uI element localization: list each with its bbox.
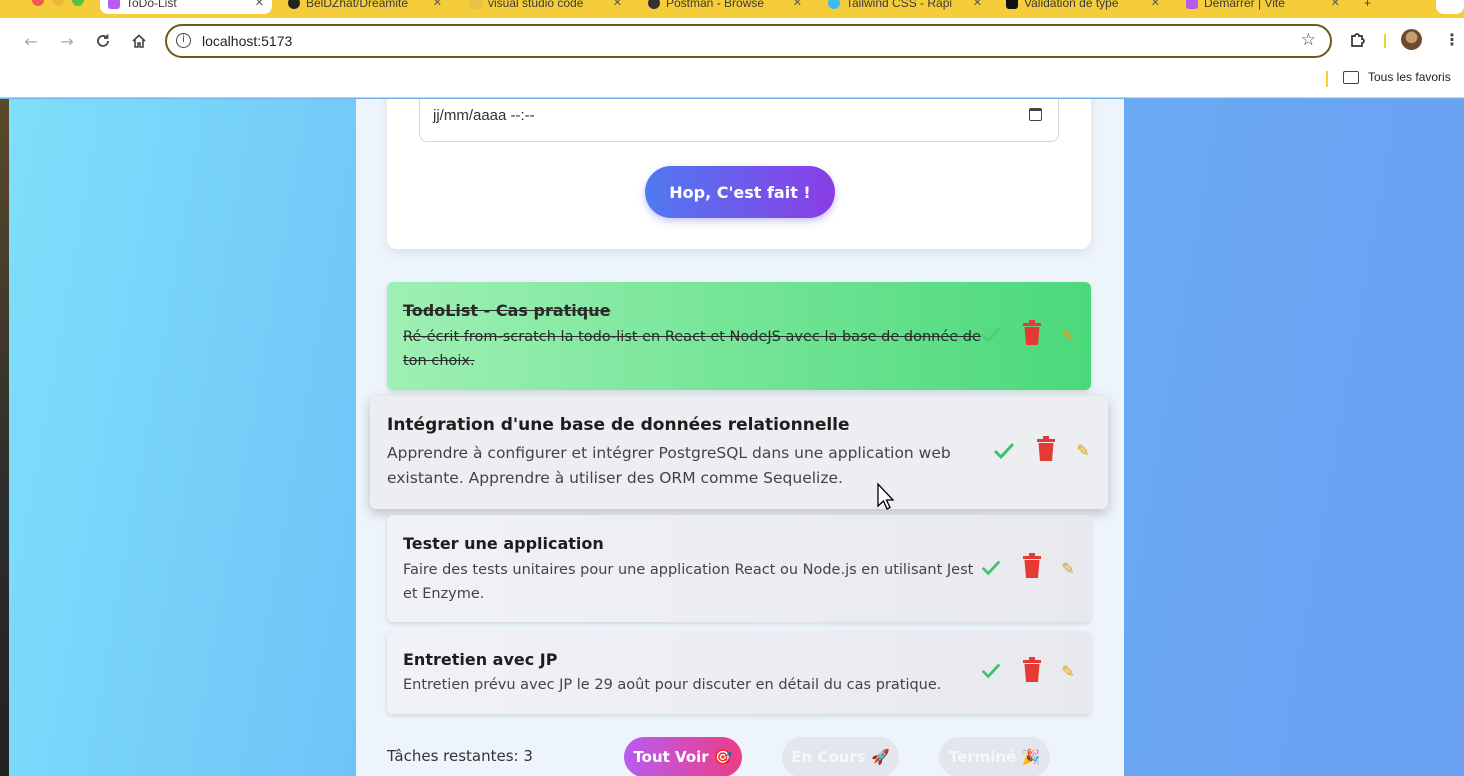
vite-favicon-icon <box>108 0 120 9</box>
filter-done-button[interactable]: Terminé 🎉 <box>939 737 1050 776</box>
new-tab-button[interactable]: + <box>1356 0 1386 14</box>
browser-tabstrip: ToDo-List ✕ BelDZhat/Dreamite ✕ visual s… <box>0 0 1464 18</box>
minimize-window-icon[interactable] <box>52 0 64 6</box>
bookmarks-divider <box>1326 71 1328 87</box>
filter-in-progress-button[interactable]: En Cours 🚀 <box>782 737 899 776</box>
puzzle-icon[interactable] <box>1348 30 1368 50</box>
pencil-icon[interactable]: ✎ <box>1059 326 1077 345</box>
close-tab-icon[interactable]: ✕ <box>973 0 982 10</box>
browser-tab[interactable]: Tailwind CSS - Rapi ✕ <box>820 0 990 14</box>
task-card[interactable]: Entretien avec JP Entretien prévu avec J… <box>387 631 1091 714</box>
bookmarks-bar: Tous les favoris <box>0 64 1464 98</box>
check-icon[interactable] <box>979 322 1003 346</box>
browser-tab[interactable]: Validation de type ✕ <box>998 0 1168 14</box>
tab-title: ToDo-List <box>126 0 177 10</box>
star-icon[interactable]: ☆ <box>1301 30 1316 50</box>
tab-title: visual studio code <box>488 0 584 10</box>
task-description: Faire des tests unitaires pour une appli… <box>403 562 974 602</box>
task-title: TodoList - Cas pratique <box>403 301 611 320</box>
tailwind-favicon-icon <box>828 0 840 9</box>
forward-arrow-icon[interactable]: → <box>56 30 78 52</box>
close-tab-icon[interactable]: ✕ <box>255 0 264 10</box>
remaining-count: Tâches restantes: 3 <box>387 747 533 765</box>
maximize-window-icon[interactable] <box>72 0 84 6</box>
task-title: Intégration d'une base de données relati… <box>387 415 850 435</box>
browser-tab[interactable]: BelDZhat/Dreamite ✕ <box>280 0 450 14</box>
pencil-icon[interactable]: ✎ <box>1074 441 1092 460</box>
home-icon[interactable] <box>128 30 150 52</box>
calendar-icon[interactable] <box>1029 108 1042 121</box>
avatar[interactable] <box>1401 29 1422 50</box>
task-description: Ré-écrit from-scratch la todo-list en Re… <box>403 329 981 369</box>
trash-icon[interactable] <box>1021 657 1043 683</box>
task-card-dragging[interactable]: Intégration d'une base de données relati… <box>370 396 1108 509</box>
submit-task-button[interactable]: Hop, C'est fait ! <box>645 166 835 218</box>
task-title: Tester une application <box>403 534 604 553</box>
app-container: jj/mm/aaaa --:-- Hop, C'est fait ! TodoL… <box>356 99 1124 776</box>
tab-title: Tailwind CSS - Rapi <box>846 0 953 10</box>
task-title: Entretien avec JP <box>403 650 558 669</box>
reload-icon[interactable] <box>92 30 114 52</box>
trash-icon[interactable] <box>1021 320 1043 346</box>
pencil-icon[interactable]: ✎ <box>1059 559 1077 578</box>
task-description: Entretien prévu avec JP le 29 août pour … <box>403 677 942 693</box>
browser-tab-active[interactable]: ToDo-List ✕ <box>100 0 272 14</box>
filter-all-button[interactable]: Tout Voir 🎯 <box>624 737 742 776</box>
trash-icon[interactable] <box>1021 553 1043 579</box>
task-footer: Tâches restantes: 3 Tout Voir 🎯 En Cours… <box>387 737 1091 776</box>
due-date-input[interactable]: jj/mm/aaaa --:-- <box>419 99 1059 142</box>
check-icon[interactable] <box>979 658 1003 682</box>
github-favicon-icon <box>288 0 300 9</box>
folder-icon <box>1343 71 1359 84</box>
tab-title: Démarrer | Vite <box>1204 0 1285 10</box>
trash-icon[interactable] <box>1035 436 1057 462</box>
pencil-icon[interactable]: ✎ <box>1059 662 1077 681</box>
info-icon[interactable]: i <box>176 33 191 48</box>
tab-search-button[interactable] <box>1436 0 1464 14</box>
all-bookmarks-link[interactable]: Tous les favoris <box>1368 70 1451 84</box>
back-arrow-icon[interactable]: ← <box>20 30 42 52</box>
date-placeholder: jj/mm/aaaa --:-- <box>433 107 535 124</box>
kebab-menu-icon[interactable]: ⋮ <box>1444 30 1460 49</box>
desktop-edge <box>0 99 9 776</box>
close-window-icon[interactable] <box>32 0 44 6</box>
close-tab-icon[interactable]: ✕ <box>1331 0 1340 10</box>
close-tab-icon[interactable]: ✕ <box>433 0 442 10</box>
task-form-card: jj/mm/aaaa --:-- Hop, C'est fait ! <box>387 99 1091 249</box>
close-tab-icon[interactable]: ✕ <box>613 0 622 10</box>
plus-icon: + <box>1364 0 1372 10</box>
tab-title: Validation de type <box>1024 0 1119 10</box>
check-icon[interactable] <box>979 555 1003 579</box>
task-card[interactable]: Tester une application Faire des tests u… <box>387 515 1091 622</box>
browser-tab[interactable]: visual studio code ✕ <box>462 0 630 14</box>
browser-tab[interactable]: Démarrer | Vite ✕ <box>1178 0 1348 14</box>
page-favicon-icon <box>1006 0 1018 9</box>
tab-title: BelDZhat/Dreamite <box>306 0 409 10</box>
address-bar[interactable]: i localhost:5173 ☆ <box>165 24 1332 58</box>
check-icon[interactable] <box>992 438 1016 462</box>
page-favicon-icon <box>470 0 482 9</box>
url-text[interactable]: localhost:5173 <box>202 33 292 49</box>
postman-favicon-icon <box>648 0 660 9</box>
vite-favicon-icon <box>1186 0 1198 9</box>
page-viewport: jj/mm/aaaa --:-- Hop, C'est fait ! TodoL… <box>0 99 1464 776</box>
close-tab-icon[interactable]: ✕ <box>793 0 802 10</box>
browser-tab[interactable]: Postman - Browse ✕ <box>640 0 810 14</box>
task-card-done[interactable]: TodoList - Cas pratique Ré-écrit from-sc… <box>387 282 1091 390</box>
mouse-cursor-icon <box>877 482 895 510</box>
tab-title: Postman - Browse <box>666 0 765 10</box>
browser-toolbar: ← → i localhost:5173 ☆ ⋮ <box>0 18 1464 64</box>
close-tab-icon[interactable]: ✕ <box>1151 0 1160 10</box>
toolbar-divider <box>1384 34 1386 48</box>
